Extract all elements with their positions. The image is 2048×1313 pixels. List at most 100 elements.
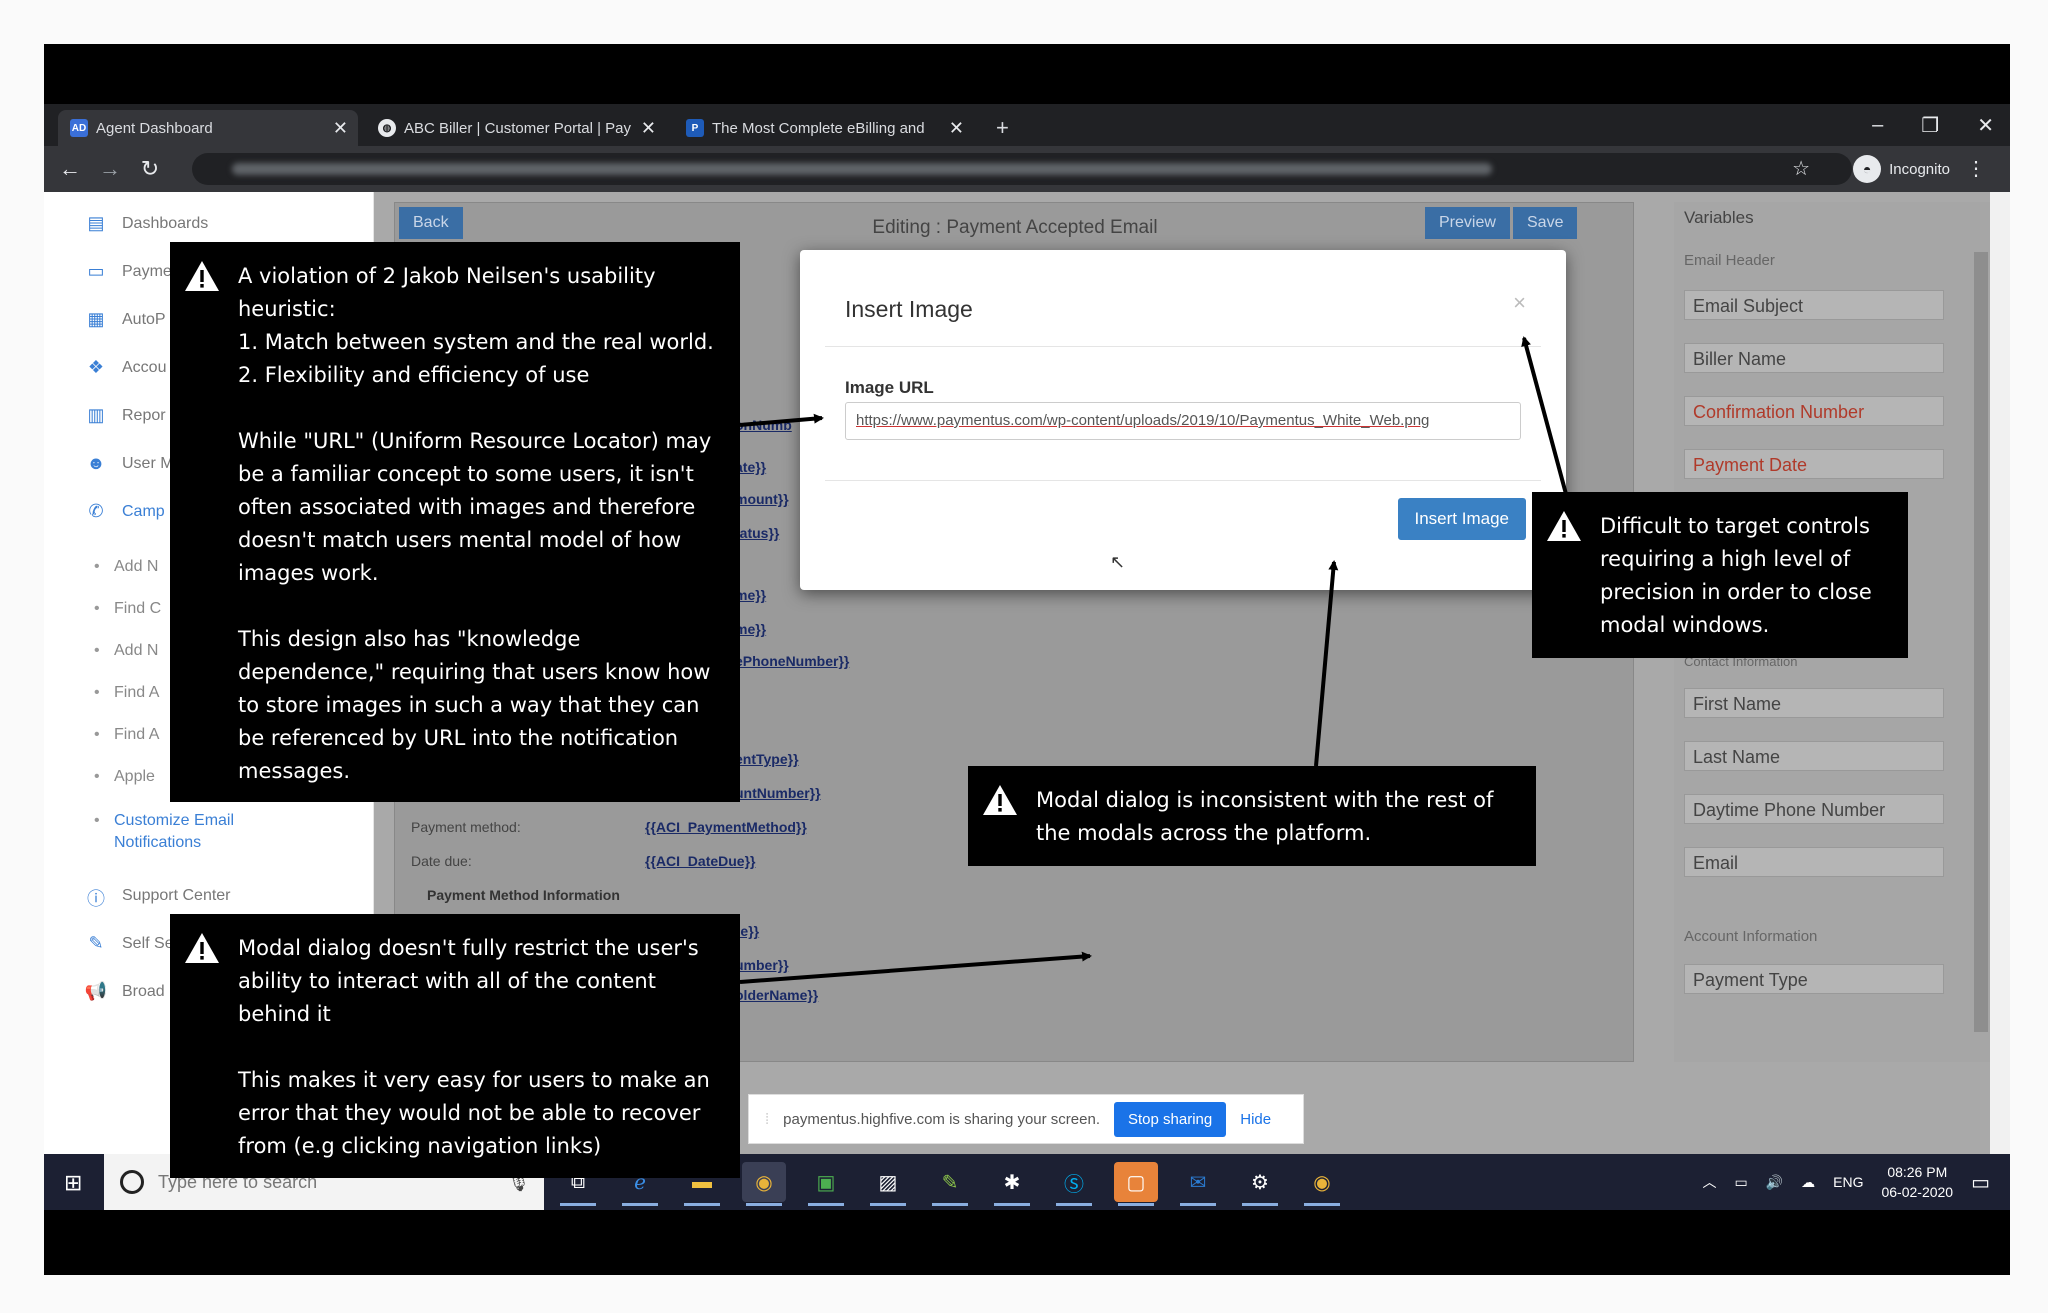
outlook-icon[interactable]: ✉ xyxy=(1176,1162,1220,1206)
system-tray: ︿ ▭ 🔊 ☁ ENG 08:26 PM 06-02-2020 ▭ xyxy=(1702,1154,1990,1210)
url-input[interactable] xyxy=(192,153,1852,185)
template-token: onNumb xyxy=(735,417,792,433)
template-token: umber}} xyxy=(735,957,789,973)
incognito-badge[interactable]: ◓ Incognito xyxy=(1853,153,1950,185)
variables-scrollbar[interactable] xyxy=(1974,252,1988,1032)
variable-payment-date[interactable]: Payment Date xyxy=(1684,449,1944,479)
star-icon[interactable]: ☆ xyxy=(1792,156,1810,181)
hide-sharing-button[interactable]: Hide xyxy=(1240,1111,1271,1128)
modal-close-icon[interactable]: × xyxy=(1513,290,1526,316)
incognito-icon: ◓ xyxy=(1853,155,1882,183)
windows-start-icon[interactable]: ⊞ xyxy=(64,1170,82,1196)
sidebar-subitem[interactable]: Find A xyxy=(94,726,160,744)
target-text: Difficult to target controls requiring a… xyxy=(1600,514,1879,637)
network-icon[interactable]: ▭ xyxy=(1734,1174,1747,1191)
slack-icon[interactable]: ✱ xyxy=(990,1162,1034,1206)
maximize-icon[interactable]: ❐ xyxy=(1921,113,1939,138)
settings-icon[interactable]: ⚙ xyxy=(1238,1162,1282,1206)
language-indicator[interactable]: ENG xyxy=(1833,1174,1863,1190)
chevron-up-icon[interactable]: ︿ xyxy=(1702,1172,1716,1192)
image-url-input[interactable]: https://www.paymentus.com/wp-content/upl… xyxy=(845,402,1521,440)
sidebar-subitem[interactable]: Add N xyxy=(94,642,159,660)
modal-title: Insert Image xyxy=(845,296,973,322)
target-callout: Difficult to target controls requiring a… xyxy=(1532,492,1908,658)
preview-button[interactable]: Preview xyxy=(1425,207,1510,239)
sidebar-subitem[interactable]: Find C xyxy=(94,600,161,618)
sidebar-item-broadcast[interactable]: 📢 Broad xyxy=(84,978,165,1006)
sidebar-item-campaigns[interactable]: ✆ Camp xyxy=(84,498,164,526)
close-window-icon[interactable]: ✕ xyxy=(1977,113,1994,138)
sidebar-item-self-service[interactable]: ✎ Self Se xyxy=(84,930,173,958)
stop-sharing-button[interactable]: Stop sharing xyxy=(1114,1101,1227,1137)
variable-phone[interactable]: Daytime Phone Number xyxy=(1684,794,1944,824)
variables-title: Variables xyxy=(1684,208,1754,227)
close-tab-icon[interactable]: ✕ xyxy=(333,118,348,139)
warning-icon xyxy=(185,261,219,291)
modal-divider xyxy=(825,480,1541,481)
template-token: mount}} xyxy=(735,491,789,507)
heuristics-callout: A violation of 2 Jakob Neilsen's usabili… xyxy=(170,242,740,802)
app-icon[interactable]: ▣ xyxy=(804,1162,848,1206)
clock[interactable]: 08:26 PM 06-02-2020 xyxy=(1881,1162,1953,1202)
sidebar-item-autopay[interactable]: ▦ AutoP xyxy=(84,306,165,334)
variable-email[interactable]: Email xyxy=(1684,847,1944,877)
phone-icon: ✆ xyxy=(88,501,104,521)
forward-arrow-icon[interactable]: → xyxy=(90,156,130,182)
card-icon: ▭ xyxy=(87,261,105,281)
sidebar-subitem[interactable]: Add N xyxy=(94,558,159,576)
sidebar-item-accounts[interactable]: ❖ Accou xyxy=(84,354,167,382)
variable-first-name[interactable]: First Name xyxy=(1684,688,1944,718)
notepad-icon[interactable]: ✎ xyxy=(928,1162,972,1206)
clock-date: 06-02-2020 xyxy=(1881,1184,1954,1200)
sidebar-item-reports[interactable]: ▥ Repor xyxy=(84,402,165,430)
tab-paymentus[interactable]: P The Most Complete eBilling and ✕ xyxy=(674,110,974,146)
chrome-icon[interactable]: ◉ xyxy=(742,1162,786,1206)
variable-biller-name[interactable]: Biller Name xyxy=(1684,343,1944,373)
sidebar-item-dashboards[interactable]: ▤ Dashboards xyxy=(84,210,208,238)
date-due-label: Date due: xyxy=(411,853,472,869)
variable-last-name[interactable]: Last Name xyxy=(1684,741,1944,771)
save-button[interactable]: Save xyxy=(1513,207,1578,239)
notification-icon[interactable]: ▭ xyxy=(1971,1170,1990,1195)
sharing-text: paymentus.highfive.com is sharing your s… xyxy=(783,1110,1100,1128)
sidebar-subitem[interactable]: Apple xyxy=(94,768,155,786)
minimize-icon[interactable]: – xyxy=(1872,114,1883,137)
sidebar-subitem[interactable]: Find A xyxy=(94,684,160,702)
variable-confirmation-number[interactable]: Confirmation Number xyxy=(1684,396,1944,426)
sidebar-item-support[interactable]: ⓘ Support Center xyxy=(84,882,231,910)
volume-icon[interactable]: 🔊 xyxy=(1766,1174,1783,1191)
mouse-cursor-icon: ↖ xyxy=(1110,552,1126,572)
tab-favicon: AD xyxy=(70,119,88,137)
clock-time: 08:26 PM xyxy=(1887,1164,1948,1180)
back-arrow-icon[interactable]: ← xyxy=(50,156,90,182)
onedrive-icon[interactable]: ☁ xyxy=(1801,1174,1815,1191)
kebab-menu-icon[interactable]: ⋮ xyxy=(1966,156,1986,181)
template-token: ePhoneNumber}} xyxy=(735,653,850,669)
reload-icon[interactable]: ↻ xyxy=(130,156,170,182)
variable-payment-type[interactable]: Payment Type xyxy=(1684,964,1944,994)
restrict-callout: Modal dialog doesn't fully restrict the … xyxy=(170,914,740,1178)
terminal-icon[interactable]: ▨ xyxy=(866,1162,910,1206)
inconsistent-callout: Modal dialog is inconsistent with the re… xyxy=(968,766,1536,866)
restrict-text: Modal dialog doesn't fully restrict the … xyxy=(238,936,710,1158)
page-scrollbar[interactable] xyxy=(1990,192,2010,1154)
close-tab-icon[interactable]: ✕ xyxy=(641,118,656,139)
sidebar-item-payments[interactable]: ▭ Payme xyxy=(84,258,171,286)
variable-email-subject[interactable]: Email Subject xyxy=(1684,290,1944,320)
sidebar-subitem-customize-email[interactable]: Customize Email Notifications xyxy=(94,810,234,854)
insert-image-button[interactable]: Insert Image xyxy=(1397,498,1526,540)
sidebar-item-users[interactable]: ☻ User M xyxy=(84,450,174,478)
globe-icon: ◍ xyxy=(378,119,396,137)
close-tab-icon[interactable]: ✕ xyxy=(949,118,964,139)
tab-agent-dashboard[interactable]: AD Agent Dashboard ✕ xyxy=(58,110,358,146)
tab-abc-biller[interactable]: ◍ ABC Biller | Customer Portal | Pay ✕ xyxy=(366,110,666,146)
dashboard-icon: ▤ xyxy=(87,213,105,233)
users-icon: ☻ xyxy=(86,453,106,473)
drag-handle-icon[interactable]: ⁞ xyxy=(765,1111,769,1128)
highfive-icon[interactable]: ▢ xyxy=(1114,1162,1158,1206)
chrome-icon-2[interactable]: ◉ xyxy=(1300,1162,1344,1206)
new-tab-button[interactable]: + xyxy=(984,110,1021,146)
account-info-section: Account Information xyxy=(1684,928,1818,945)
skype-icon[interactable]: Ⓢ xyxy=(1052,1162,1096,1206)
cortana-icon xyxy=(120,1170,144,1194)
